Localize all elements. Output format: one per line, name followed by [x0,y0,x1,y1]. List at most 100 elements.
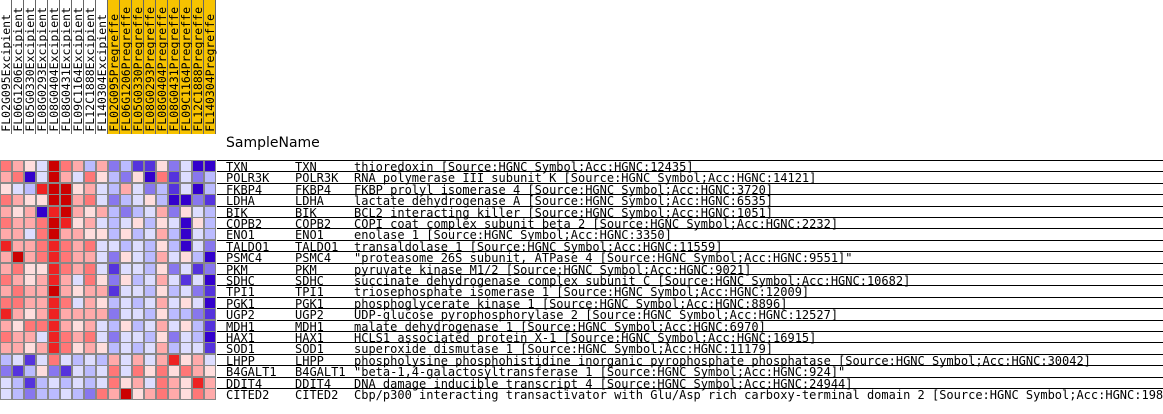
heatmap-cell [84,388,96,400]
heatmap-cell [60,285,72,297]
heatmap-cell [120,194,132,206]
heatmap-cell [72,365,84,377]
heatmap-cell [96,228,108,240]
heatmap-cell [12,194,24,206]
heatmap-cell [0,194,12,206]
heatmap-cell [72,285,84,297]
heatmap-cell [144,251,156,263]
heatmap-cell [48,228,60,240]
heatmap-cell [168,251,180,263]
heatmap-cell [72,342,84,354]
heatmap-cell [48,342,60,354]
heatmap-cell [156,194,168,206]
heatmap-cell [72,171,84,183]
heatmap-cell [192,251,204,263]
heatmap-cell [24,194,36,206]
column-header-label: FL140304Pregreffe [203,14,217,132]
heatmap-cell [204,251,216,263]
row-gene: CITED2 [295,388,339,402]
heatmap-cell [12,365,24,377]
heatmap-cell [0,388,12,400]
heatmap-cell [156,251,168,263]
heatmap-cell [12,285,24,297]
heatmap-cell [108,365,120,377]
heatmap-cell [108,251,120,263]
heatmap-cell [84,285,96,297]
heatmap-cell [204,285,216,297]
heatmap-cell [0,342,12,354]
heatmap-cell [192,171,204,183]
heatmap-cell [36,365,48,377]
heatmap-cell [120,228,132,240]
heatmap-cell [96,388,108,400]
heatmap-cell [72,388,84,400]
heatmap-cell [108,388,120,400]
heatmap-cell [192,285,204,297]
heatmap-cell [192,194,204,206]
heatmap-cell [120,285,132,297]
heatmap-cell [120,251,132,263]
heatmap-cell [48,285,60,297]
heatmap-cell [168,365,180,377]
heatmap-cell [24,308,36,320]
heatmap-cell [36,342,48,354]
heatmap-cell [0,251,12,263]
heatmap-cell [120,388,132,400]
row-symbol: CITED2 [226,388,270,402]
heatmap-cell [156,388,168,400]
heatmap-cell [36,228,48,240]
heatmap-cell [144,171,156,183]
heatmap-cell [24,228,36,240]
heatmap-cell [48,388,60,400]
heatmap-cell [204,171,216,183]
heatmap-cell [96,171,108,183]
heatmap-cell [12,388,24,400]
heatmap-cell [108,228,120,240]
heatmap-cell [192,342,204,354]
heatmap-cell [156,308,168,320]
heatmap-cell [24,365,36,377]
heatmap-cell [84,251,96,263]
heatmap-cell [72,251,84,263]
heatmap-cell [180,171,192,183]
heatmap-cell [180,365,192,377]
heatmap-cell [168,342,180,354]
heatmap-cell [24,171,36,183]
heatmap-cell [204,228,216,240]
heatmap-cell [36,251,48,263]
heatmap-cell [180,342,192,354]
heatmap-cell [24,285,36,297]
heatmap-cell [168,228,180,240]
heatmap-cell [168,171,180,183]
heatmap-cell [48,308,60,320]
heatmap-cell [0,171,12,183]
heatmap-cell [36,194,48,206]
heatmap-cell [60,171,72,183]
heatmap-cell [156,285,168,297]
heatmap-cell [72,194,84,206]
heatmap-cell [36,285,48,297]
heatmap-cell [0,365,12,377]
heatmap-cell [132,228,144,240]
heatmap-cell [180,194,192,206]
heatmap-cell [120,171,132,183]
heatmap-cell [60,365,72,377]
heatmap-cell [156,365,168,377]
heatmap-cell [120,308,132,320]
heatmap-cell [156,171,168,183]
heatmap-cell [84,365,96,377]
heatmap-cell [180,228,192,240]
heatmap-cell [48,365,60,377]
heatmap-cell [132,285,144,297]
heatmap-cell [60,388,72,400]
heatmap-cell [84,171,96,183]
heatmap-cell [192,365,204,377]
heatmap-cell [132,251,144,263]
heatmap-cell [180,308,192,320]
heatmap-cell [84,308,96,320]
heatmap-cell [60,251,72,263]
heatmap-cell [84,194,96,206]
heatmap-cell [132,388,144,400]
heatmap-cell [60,228,72,240]
heatmap-cell [132,365,144,377]
